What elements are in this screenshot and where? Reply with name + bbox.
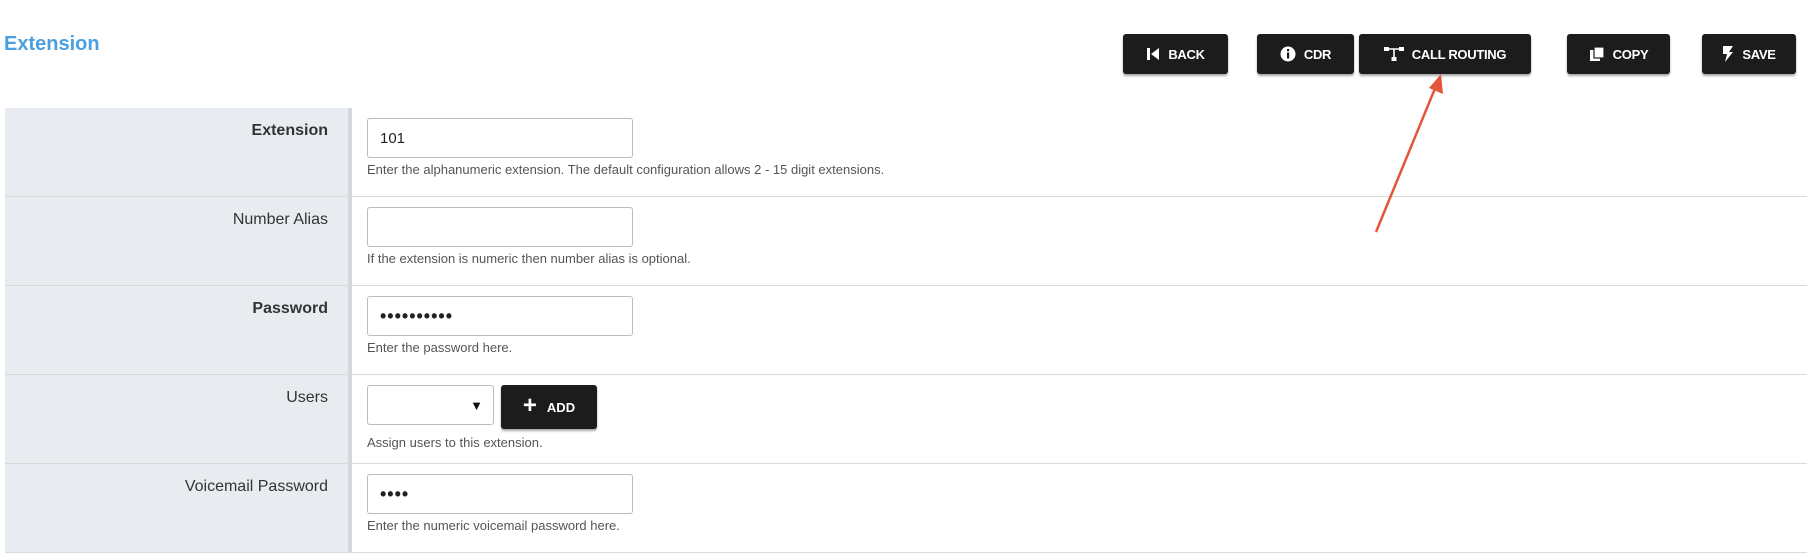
extension-label-cell: Extension [5, 108, 352, 196]
voicemail-password-input[interactable] [367, 474, 633, 514]
password-row: Password Enter the password here. [5, 286, 1807, 375]
back-button[interactable]: BACK [1123, 34, 1228, 74]
password-label: Password [252, 300, 328, 317]
back-button-label: BACK [1168, 46, 1205, 62]
voicemail-password-label-cell: Voicemail Password [5, 464, 352, 552]
plus-icon: + [522, 392, 537, 419]
call-routing-button-label: CALL ROUTING [1411, 46, 1507, 62]
password-label-cell: Password [5, 286, 352, 374]
copy-button-label: COPY [1612, 46, 1649, 62]
page-title: Extension [4, 33, 100, 55]
extension-input[interactable] [367, 118, 633, 158]
routing-icon [1383, 47, 1404, 61]
add-user-button[interactable]: + ADD [501, 385, 597, 429]
users-help: Assign users to this extension. [367, 435, 543, 450]
users-label: Users [286, 389, 328, 406]
save-button-label: SAVE [1742, 46, 1776, 62]
password-help: Enter the password here. [367, 340, 513, 355]
save-button[interactable]: SAVE [1702, 34, 1796, 74]
caret-down-icon: ▼ [470, 398, 483, 413]
skip-back-icon [1147, 48, 1160, 60]
extension-help: Enter the alphanumeric extension. The de… [367, 162, 885, 177]
cdr-button[interactable]: CDR [1257, 34, 1354, 74]
number-alias-label: Number Alias [232, 211, 328, 228]
number-alias-help: If the extension is numeric then number … [367, 251, 691, 266]
voicemail-password-label: Voicemail Password [184, 478, 328, 495]
users-label-cell: Users [5, 375, 352, 463]
extension-label: Extension [251, 122, 328, 139]
voicemail-password-help: Enter the numeric voicemail password her… [367, 518, 620, 533]
voicemail-password-row: Voicemail Password Enter the numeric voi… [5, 464, 1807, 553]
copy-button[interactable]: COPY [1567, 34, 1670, 74]
cdr-button-label: CDR [1303, 46, 1332, 62]
users-select[interactable]: ▼ [367, 385, 494, 425]
add-user-button-label: ADD [546, 399, 576, 415]
call-routing-button[interactable]: CALL ROUTING [1359, 34, 1531, 74]
extension-row: Extension Enter the alphanumeric extensi… [5, 108, 1807, 197]
copy-icon [1589, 46, 1605, 61]
lightning-icon [1723, 46, 1734, 62]
password-input[interactable] [367, 296, 633, 336]
number-alias-input[interactable] [367, 207, 633, 247]
users-row: Users ▼ + ADD Assign users to this exten… [5, 375, 1807, 464]
info-icon [1280, 46, 1296, 62]
number-alias-row: Number Alias If the extension is numeric… [5, 197, 1807, 286]
number-alias-label-cell: Number Alias [5, 197, 352, 285]
